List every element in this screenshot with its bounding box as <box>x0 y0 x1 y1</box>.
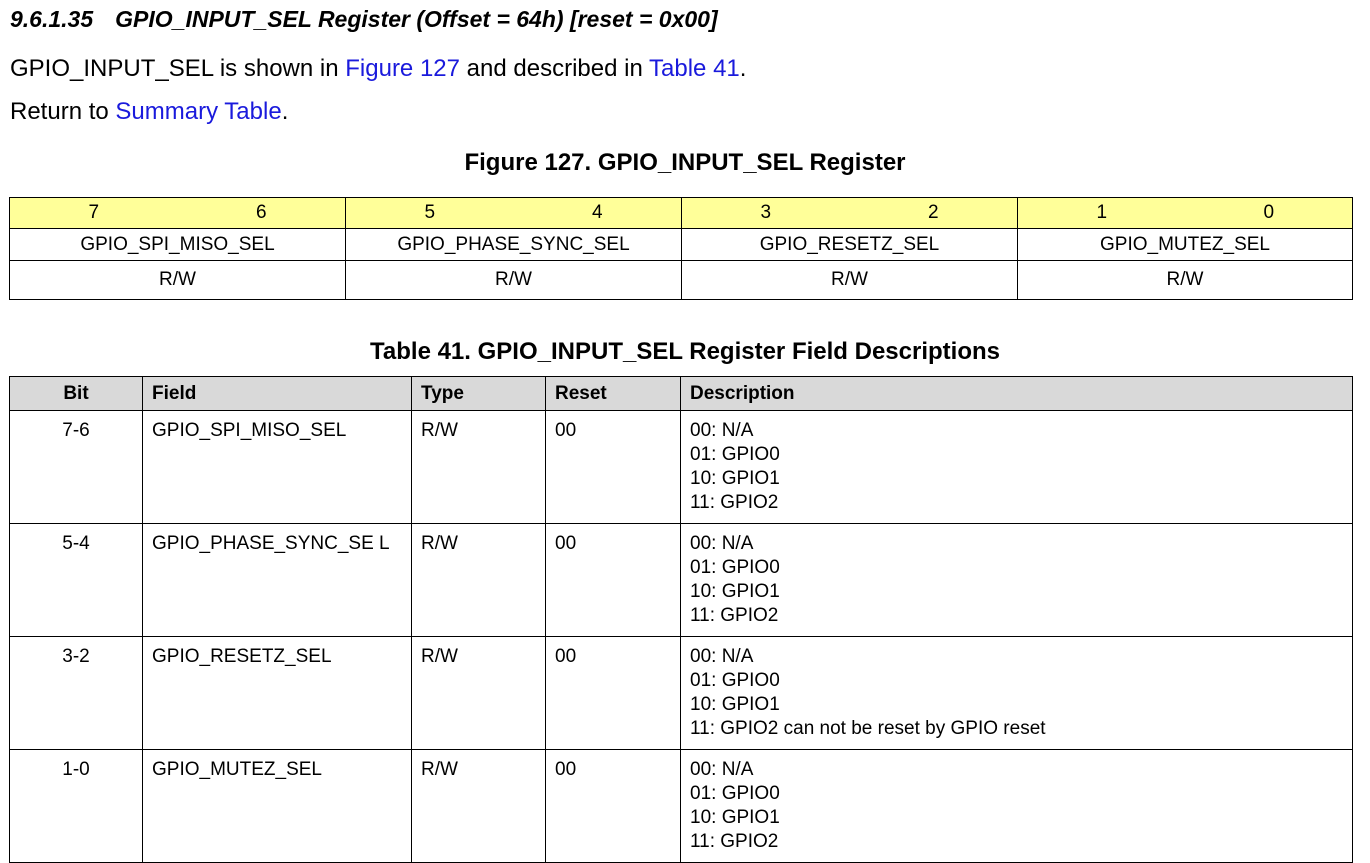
bit-cell: 5-4 <box>9 523 143 637</box>
type-cell: R/W <box>411 410 546 524</box>
field-name-row: GPIO_SPI_MISO_SEL GPIO_PHASE_SYNC_SEL GP… <box>9 228 1353 261</box>
type-cell: R/W <box>411 523 546 637</box>
description-cell: 00: N/A 01: GPIO0 10: GPIO1 11: GPIO2 <box>680 523 1353 637</box>
access-cell: R/W <box>345 260 682 300</box>
table-row: 7-6 GPIO_SPI_MISO_SEL R/W 00 00: N/A 01:… <box>9 410 1353 524</box>
description-cell: 00: N/A 01: GPIO0 10: GPIO1 11: GPIO2 <box>680 749 1353 863</box>
bit-cell: 1-0 <box>9 749 143 863</box>
access-cell: R/W <box>1017 260 1353 300</box>
field-name-cell: GPIO_PHASE_SYNC_SEL <box>345 228 682 261</box>
field-cell: GPIO_SPI_MISO_SEL <box>142 410 412 524</box>
figure-127-link[interactable]: Figure 127 <box>345 55 460 82</box>
description-line: 00: N/A <box>690 646 754 667</box>
description-line: 10: GPIO1 <box>690 694 780 715</box>
bit-number: 5 <box>345 197 514 229</box>
access-cell: R/W <box>9 260 346 300</box>
description-line: 01: GPIO0 <box>690 783 780 804</box>
description-line: 00: N/A <box>690 420 754 441</box>
description-line: 00: N/A <box>690 533 754 554</box>
table-row: 5-4 GPIO_PHASE_SYNC_SE L R/W 00 00: N/A … <box>9 523 1353 637</box>
field-name-cell: GPIO_MUTEZ_SEL <box>1017 228 1353 261</box>
bit-number: 7 <box>9 197 178 229</box>
table-header-row: Bit Field Type Reset Description <box>9 376 1353 411</box>
description-line: 01: GPIO0 <box>690 557 780 578</box>
description-line: 10: GPIO1 <box>690 807 780 828</box>
field-text: GPIO_PHASE_SYNC_SE L <box>152 533 390 554</box>
description-line: 01: GPIO0 <box>690 670 780 691</box>
reset-cell: 00 <box>545 523 681 637</box>
bit-number: 0 <box>1185 197 1353 229</box>
field-cell: GPIO_PHASE_SYNC_SE L <box>142 523 412 637</box>
bit-number: 1 <box>1017 197 1186 229</box>
bit-cell: 7-6 <box>9 410 143 524</box>
table-caption: Table 41. GPIO_INPUT_SEL Register Field … <box>370 338 1000 365</box>
bit-number: 3 <box>681 197 850 229</box>
description-line: 00: N/A <box>690 759 754 780</box>
description-line: 01: GPIO0 <box>690 444 780 465</box>
bit-number: 6 <box>177 197 346 229</box>
type-cell: R/W <box>411 636 546 750</box>
bit-number-row: 7 6 5 4 3 2 1 0 <box>9 197 1353 229</box>
intro-text-suffix: . <box>739 55 747 82</box>
bit-number: 2 <box>849 197 1018 229</box>
figure-caption: Figure 127. GPIO_INPUT_SEL Register <box>464 149 906 176</box>
summary-table-link[interactable]: Summary Table <box>115 98 281 125</box>
description-line: 10: GPIO1 <box>690 581 780 602</box>
type-cell: R/W <box>411 749 546 863</box>
field-description-table: Bit Field Type Reset Description 7-6 GPI… <box>9 376 1353 863</box>
description-line: 11: GPIO2 <box>690 605 779 626</box>
reset-cell: 00 <box>545 749 681 863</box>
reset-cell: 00 <box>545 410 681 524</box>
table-row: 1-0 GPIO_MUTEZ_SEL R/W 00 00: N/A 01: GP… <box>9 749 1353 863</box>
field-cell: GPIO_MUTEZ_SEL <box>142 749 412 863</box>
field-cell: GPIO_RESETZ_SEL <box>142 636 412 750</box>
description-line: 10: GPIO1 <box>690 468 780 489</box>
description-cell: 00: N/A 01: GPIO0 10: GPIO1 11: GPIO2 <box>680 410 1353 524</box>
field-name-cell: GPIO_RESETZ_SEL <box>681 228 1018 261</box>
column-header-description: Description <box>680 376 1353 411</box>
section-number: 9.6.1.35 <box>10 6 94 32</box>
table-41-link[interactable]: Table 41 <box>649 55 740 82</box>
bit-number: 4 <box>513 197 682 229</box>
access-cell: R/W <box>681 260 1018 300</box>
description-line: 11: GPIO2 can not be reset by GPIO reset <box>690 718 1046 739</box>
table-row: 3-2 GPIO_RESETZ_SEL R/W 00 00: N/A 01: G… <box>9 636 1353 750</box>
column-header-field: Field <box>142 376 412 411</box>
section-title: GPIO_INPUT_SEL Register (Offset = 64h) [… <box>115 6 718 32</box>
description-line: 11: GPIO2 <box>690 492 779 513</box>
column-header-reset: Reset <box>545 376 681 411</box>
intro-text: GPIO_INPUT_SEL is shown in <box>10 55 346 82</box>
intro-paragraph: GPIO_INPUT_SEL is shown in Figure 127 an… <box>10 55 746 83</box>
section-heading: 9.6.1.35 GPIO_INPUT_SEL Register (Offset … <box>10 6 718 33</box>
description-line: 11: GPIO2 <box>690 831 779 852</box>
column-header-bit: Bit <box>9 376 143 411</box>
reset-cell: 00 <box>545 636 681 750</box>
description-cell: 00: N/A 01: GPIO0 10: GPIO1 11: GPIO2 ca… <box>680 636 1353 750</box>
access-row: R/W R/W R/W R/W <box>9 260 1353 300</box>
return-text-suffix: . <box>281 98 289 125</box>
bit-cell: 3-2 <box>9 636 143 750</box>
return-text: Return to <box>10 98 116 125</box>
register-figure: 7 6 5 4 3 2 1 0 GPIO_SPI_MISO_SEL GPIO_P… <box>9 197 1353 300</box>
column-header-type: Type <box>411 376 546 411</box>
return-paragraph: Return to Summary Table. <box>10 98 288 126</box>
intro-text-middle: and described in <box>460 55 650 82</box>
field-name-cell: GPIO_SPI_MISO_SEL <box>9 228 346 261</box>
